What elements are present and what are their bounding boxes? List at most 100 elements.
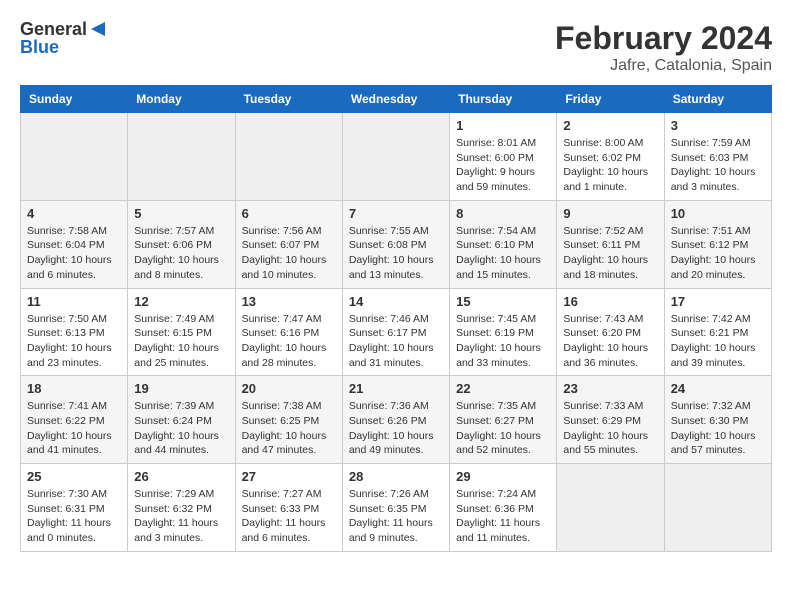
calendar-cell: 22Sunrise: 7:35 AM Sunset: 6:27 PM Dayli… [450, 376, 557, 464]
col-monday: Monday [128, 86, 235, 113]
day-info: Sunrise: 7:27 AM Sunset: 6:33 PM Dayligh… [242, 487, 336, 546]
calendar-cell: 28 Sunrise: 7:26 AM Sunset: 6:35 PM Dayli… [342, 464, 449, 552]
day-number: 4 [27, 206, 121, 221]
day-info: Sunrise: 7:39 AM Sunset: 6:24 PM Dayligh… [134, 399, 228, 458]
calendar-cell: 23 Sunrise: 7:33 AM Sunset: 6:29 PM Dayli… [557, 376, 664, 464]
day-info: Sunrise: 7:47 AM Sunset: 6:16 PM Dayligh… [242, 312, 336, 371]
calendar-cell: 8 Sunrise: 7:54 AM Sunset: 6:10 PM Daylig… [450, 200, 557, 288]
title-block: February 2024 Jafre, Catalonia, Spain [555, 20, 772, 75]
calendar-cell: 10 Sunrise: 7:51 AM Sunset: 6:12 PM Dayli… [664, 200, 771, 288]
day-info: Sunrise: 7:41 AM Sunset: 6:22 PM Dayligh… [27, 399, 121, 458]
day-info: Sunrise: 7:58 AM Sunset: 6:04 PM Dayligh… [27, 224, 121, 283]
calendar-cell: 12 Sunrise: 7:49 AM Sunset: 6:15 PM Dayli… [128, 288, 235, 376]
day-number: 11 [27, 294, 121, 309]
day-number: 22 [456, 381, 550, 396]
calendar-cell: 14Sunrise: 7:46 AM Sunset: 6:17 PM Dayli… [342, 288, 449, 376]
calendar-cell: 19 Sunrise: 7:39 AM Sunset: 6:24 PM Dayli… [128, 376, 235, 464]
calendar-cell: 20 Sunrise: 7:38 AM Sunset: 6:25 PM Dayli… [235, 376, 342, 464]
day-number: 1 [456, 118, 550, 133]
day-info: Sunrise: 7:55 AM Sunset: 6:08 PM Dayligh… [349, 224, 443, 283]
day-info: Sunrise: 7:59 AM Sunset: 6:03 PM Dayligh… [671, 136, 765, 195]
day-number: 27 [242, 469, 336, 484]
day-info: Sunrise: 7:32 AM Sunset: 6:30 PM Dayligh… [671, 399, 765, 458]
day-number: 26 [134, 469, 228, 484]
day-info: Sunrise: 7:49 AM Sunset: 6:15 PM Dayligh… [134, 312, 228, 371]
logo-arrow-icon [89, 20, 107, 38]
calendar-cell: 17Sunrise: 7:42 AM Sunset: 6:21 PM Dayli… [664, 288, 771, 376]
day-number: 24 [671, 381, 765, 396]
calendar-cell: 16 Sunrise: 7:43 AM Sunset: 6:20 PM Dayli… [557, 288, 664, 376]
col-thursday: Thursday [450, 86, 557, 113]
day-number: 13 [242, 294, 336, 309]
day-number: 23 [563, 381, 657, 396]
calendar-cell [342, 113, 449, 201]
day-number: 8 [456, 206, 550, 221]
day-number: 9 [563, 206, 657, 221]
day-number: 19 [134, 381, 228, 396]
calendar-cell: 27 Sunrise: 7:27 AM Sunset: 6:33 PM Dayli… [235, 464, 342, 552]
calendar-cell: 25 Sunrise: 7:30 AM Sunset: 6:31 PM Dayli… [21, 464, 128, 552]
calendar-cell: 5 Sunrise: 7:57 AM Sunset: 6:06 PM Daylig… [128, 200, 235, 288]
day-info: Sunrise: 7:36 AM Sunset: 6:26 PM Dayligh… [349, 399, 443, 458]
day-number: 2 [563, 118, 657, 133]
calendar-week-row: 4 Sunrise: 7:58 AM Sunset: 6:04 PM Daylig… [21, 200, 772, 288]
calendar-header-row: Sunday Monday Tuesday Wednesday Thursday… [21, 86, 772, 113]
calendar-week-row: 18 Sunrise: 7:41 AM Sunset: 6:22 PM Dayli… [21, 376, 772, 464]
day-number: 20 [242, 381, 336, 396]
day-number: 5 [134, 206, 228, 221]
col-tuesday: Tuesday [235, 86, 342, 113]
calendar-body: 1 Sunrise: 8:01 AM Sunset: 6:00 PM Daylig… [21, 113, 772, 552]
day-number: 28 [349, 469, 443, 484]
logo-blue: Blue [20, 37, 59, 57]
calendar-cell: 3 Sunrise: 7:59 AM Sunset: 6:03 PM Daylig… [664, 113, 771, 201]
calendar-cell: 29Sunrise: 7:24 AM Sunset: 6:36 PM Dayli… [450, 464, 557, 552]
calendar-table: Sunday Monday Tuesday Wednesday Thursday… [20, 85, 772, 552]
calendar-cell: 18 Sunrise: 7:41 AM Sunset: 6:22 PM Dayli… [21, 376, 128, 464]
calendar-cell: 26 Sunrise: 7:29 AM Sunset: 6:32 PM Dayli… [128, 464, 235, 552]
day-info: Sunrise: 7:42 AM Sunset: 6:21 PM Dayligh… [671, 312, 765, 371]
day-info: Sunrise: 8:00 AM Sunset: 6:02 PM Dayligh… [563, 136, 657, 195]
day-info: Sunrise: 7:54 AM Sunset: 6:10 PM Dayligh… [456, 224, 550, 283]
calendar-cell [128, 113, 235, 201]
calendar-cell: 24 Sunrise: 7:32 AM Sunset: 6:30 PM Dayli… [664, 376, 771, 464]
calendar-cell [21, 113, 128, 201]
calendar-week-row: 1 Sunrise: 8:01 AM Sunset: 6:00 PM Daylig… [21, 113, 772, 201]
day-number: 16 [563, 294, 657, 309]
col-friday: Friday [557, 86, 664, 113]
day-number: 12 [134, 294, 228, 309]
logo-wordmark: General Blue [20, 20, 107, 57]
logo-general: General [20, 20, 87, 38]
col-wednesday: Wednesday [342, 86, 449, 113]
calendar-title: February 2024 [555, 20, 772, 57]
day-number: 3 [671, 118, 765, 133]
day-info: Sunrise: 7:45 AM Sunset: 6:19 PM Dayligh… [456, 312, 550, 371]
calendar-cell [664, 464, 771, 552]
day-info: Sunrise: 7:51 AM Sunset: 6:12 PM Dayligh… [671, 224, 765, 283]
day-info: Sunrise: 7:50 AM Sunset: 6:13 PM Dayligh… [27, 312, 121, 371]
calendar-week-row: 11 Sunrise: 7:50 AM Sunset: 6:13 PM Dayli… [21, 288, 772, 376]
day-number: 6 [242, 206, 336, 221]
day-number: 18 [27, 381, 121, 396]
calendar-cell: 21 Sunrise: 7:36 AM Sunset: 6:26 PM Dayli… [342, 376, 449, 464]
day-number: 25 [27, 469, 121, 484]
calendar-cell: 2 Sunrise: 8:00 AM Sunset: 6:02 PM Daylig… [557, 113, 664, 201]
calendar-cell: 9Sunrise: 7:52 AM Sunset: 6:11 PM Daylig… [557, 200, 664, 288]
day-info: Sunrise: 7:33 AM Sunset: 6:29 PM Dayligh… [563, 399, 657, 458]
day-info: Sunrise: 8:01 AM Sunset: 6:00 PM Dayligh… [456, 136, 550, 195]
day-info: Sunrise: 7:38 AM Sunset: 6:25 PM Dayligh… [242, 399, 336, 458]
day-info: Sunrise: 7:26 AM Sunset: 6:35 PM Dayligh… [349, 487, 443, 546]
calendar-cell: 13 Sunrise: 7:47 AM Sunset: 6:16 PM Dayli… [235, 288, 342, 376]
day-info: Sunrise: 7:30 AM Sunset: 6:31 PM Dayligh… [27, 487, 121, 546]
col-sunday: Sunday [21, 86, 128, 113]
day-info: Sunrise: 7:29 AM Sunset: 6:32 PM Dayligh… [134, 487, 228, 546]
day-info: Sunrise: 7:57 AM Sunset: 6:06 PM Dayligh… [134, 224, 228, 283]
col-saturday: Saturday [664, 86, 771, 113]
day-number: 21 [349, 381, 443, 396]
day-number: 15 [456, 294, 550, 309]
day-number: 10 [671, 206, 765, 221]
page-header: General Blue February 2024 Jafre, Catalo… [20, 20, 772, 75]
calendar-subtitle: Jafre, Catalonia, Spain [555, 57, 772, 75]
day-number: 7 [349, 206, 443, 221]
day-info: Sunrise: 7:46 AM Sunset: 6:17 PM Dayligh… [349, 312, 443, 371]
day-info: Sunrise: 7:43 AM Sunset: 6:20 PM Dayligh… [563, 312, 657, 371]
